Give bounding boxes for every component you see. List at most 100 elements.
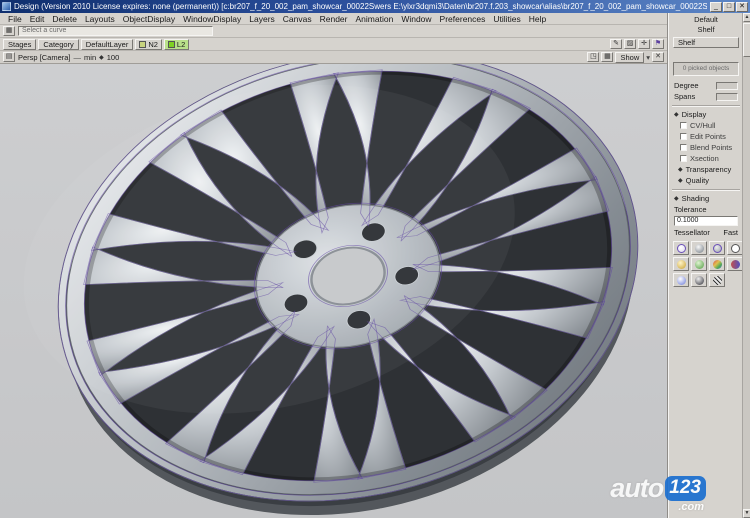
gold-shade-sphere-button[interactable] <box>673 257 689 271</box>
display-option-blend-points[interactable]: Blend Points <box>672 142 740 153</box>
menu-item-delete[interactable]: Delete <box>48 14 81 24</box>
viewport-header-tools: ◳ ▦ Show ▾ ✕ <box>587 52 664 63</box>
divider <box>672 189 740 191</box>
panel-scrollbar[interactable]: ▲ ▼ <box>742 13 750 518</box>
green-shade-sphere-icon <box>695 260 704 269</box>
multi-color-sphere-icon <box>713 260 722 269</box>
category-button[interactable]: Category <box>38 39 78 50</box>
prompt-input[interactable]: Select a curve <box>18 26 213 36</box>
stages-button[interactable]: Stages <box>3 39 36 50</box>
close-view-icon[interactable]: ✕ <box>652 52 664 62</box>
display-option-cv-hull[interactable]: CV/Hull <box>672 120 740 131</box>
shading-section-title: Shading <box>682 194 710 203</box>
shading-section-header[interactable]: ◆ Shading <box>672 193 740 204</box>
scroll-up-icon[interactable]: ▲ <box>743 13 750 22</box>
hidden-line-sphere-icon <box>731 244 740 253</box>
viewport-3d[interactable] <box>0 64 667 518</box>
hidden-line-sphere-button[interactable] <box>727 241 743 255</box>
zebra-stripe-sphere-button[interactable] <box>709 273 725 287</box>
shaded-sphere-button[interactable] <box>691 241 707 255</box>
menu-item-window[interactable]: Window <box>397 14 435 24</box>
tolerance-label: Tolerance <box>674 205 707 214</box>
display-section-header[interactable]: ◆ Display <box>672 109 740 120</box>
checkbox[interactable] <box>680 155 687 162</box>
spans-label: Spans <box>674 92 695 101</box>
picked-objects-status: 0 picked objects <box>673 62 739 76</box>
menu-item-layouts[interactable]: Layouts <box>81 14 119 24</box>
menu-item-layers[interactable]: Layers <box>245 14 279 24</box>
menu-item-animation[interactable]: Animation <box>352 14 398 24</box>
transparency-label: Transparency <box>686 165 732 174</box>
transparency-item[interactable]: ◆ Transparency <box>672 164 740 175</box>
layer-chip-n2[interactable]: N2 <box>135 39 162 50</box>
menu-item-utilities[interactable]: Utilities <box>489 14 524 24</box>
separator-dash: — <box>74 53 82 62</box>
checkbox[interactable] <box>680 133 687 140</box>
quality-label: Quality <box>686 176 709 185</box>
divider <box>672 105 740 107</box>
degree-field[interactable] <box>716 82 738 90</box>
title-bar: Design (Version 2010 License expires: no… <box>0 0 750 13</box>
menu-item-file[interactable]: File <box>4 14 26 24</box>
minimize-view-button[interactable]: min <box>84 53 96 62</box>
crosshair-icon[interactable]: ✛ <box>638 39 650 49</box>
checkbox[interactable] <box>680 144 687 151</box>
display-section-title: Display <box>682 110 707 119</box>
menu-bar: FileEditDeleteLayoutsObjectDisplayWindow… <box>0 13 667 25</box>
spans-field[interactable] <box>716 93 738 101</box>
display-option-edit-points[interactable]: Edit Points <box>672 131 740 142</box>
multi-color-sphere-button[interactable] <box>709 257 725 271</box>
menu-item-canvas[interactable]: Canvas <box>279 14 316 24</box>
close-button[interactable]: ✕ <box>736 2 748 12</box>
alias-design-window: Design (Version 2010 License expires: no… <box>0 0 750 518</box>
minimize-button[interactable]: _ <box>710 2 722 12</box>
wireframe-sphere-button[interactable] <box>673 241 689 255</box>
shading-mode-grid <box>672 238 740 290</box>
snap-grid-icon[interactable]: ▦ <box>3 26 15 36</box>
dark-shade-sphere-icon <box>695 276 704 285</box>
scrollbar-thumb[interactable] <box>743 23 750 57</box>
menu-item-edit[interactable]: Edit <box>26 14 49 24</box>
magnet-icon[interactable]: ◳ <box>587 52 599 62</box>
pencil-icon[interactable]: ✎ <box>610 39 622 49</box>
zebra-stripe-sphere-icon <box>713 276 722 285</box>
green-shade-sphere-button[interactable] <box>691 257 707 271</box>
layer-chip-label: L2 <box>177 40 185 49</box>
menu-item-help[interactable]: Help <box>525 14 550 24</box>
spans-row: Spans <box>672 91 740 102</box>
right-panel: Default Shelf Shelf 0 picked objects Deg… <box>668 13 750 518</box>
layer-chip-l2[interactable]: L2 <box>164 39 189 50</box>
display-options-list: CV/HullEdit PointsBlend PointsXsection <box>672 120 740 164</box>
display-option-xsection[interactable]: Xsection <box>672 153 740 164</box>
diagnostic-sphere-button[interactable] <box>727 257 743 271</box>
checkbox[interactable] <box>680 122 687 129</box>
reflection-sphere-button[interactable] <box>673 273 689 287</box>
pane-icon[interactable]: ▤ <box>3 52 15 62</box>
workspace-column: FileEditDeleteLayoutsObjectDisplayWindow… <box>0 13 668 518</box>
layer-color-swatch <box>168 41 175 48</box>
swatch-icon[interactable]: ▨ <box>624 39 636 49</box>
tessellator-mode-value[interactable]: Fast <box>723 228 738 237</box>
window-title: Design (Version 2010 License expires: no… <box>14 2 707 11</box>
quality-item[interactable]: ◆ Quality <box>672 175 740 186</box>
shaded-wire-sphere-button[interactable] <box>709 241 725 255</box>
dark-shade-sphere-button[interactable] <box>691 273 707 287</box>
show-menu-button[interactable]: Show <box>615 52 644 63</box>
menu-item-render[interactable]: Render <box>316 14 352 24</box>
camera-label[interactable]: Persp [Camera] <box>18 53 71 62</box>
diagnostic-sphere-icon <box>731 260 740 269</box>
menu-item-windowdisplay[interactable]: WindowDisplay <box>179 14 245 24</box>
menu-item-preferences[interactable]: Preferences <box>436 14 490 24</box>
section-diamond-icon: ◆ <box>674 111 679 118</box>
chevron-down-icon[interactable]: ▾ <box>646 53 650 62</box>
grid-toggle-icon[interactable]: ▦ <box>601 52 613 62</box>
flag-icon[interactable]: ⚑ <box>652 39 664 49</box>
default-layer-button[interactable]: DefaultLayer <box>81 39 134 50</box>
scroll-down-icon[interactable]: ▼ <box>743 509 750 518</box>
shelf-tab[interactable]: Shelf <box>673 37 739 48</box>
maximize-button[interactable]: □ <box>723 2 735 12</box>
checkbox-label: Xsection <box>690 154 719 163</box>
menu-item-objectdisplay[interactable]: ObjectDisplay <box>119 14 179 24</box>
app-icon <box>2 2 11 11</box>
tolerance-input[interactable]: 0.1000 <box>674 216 738 226</box>
